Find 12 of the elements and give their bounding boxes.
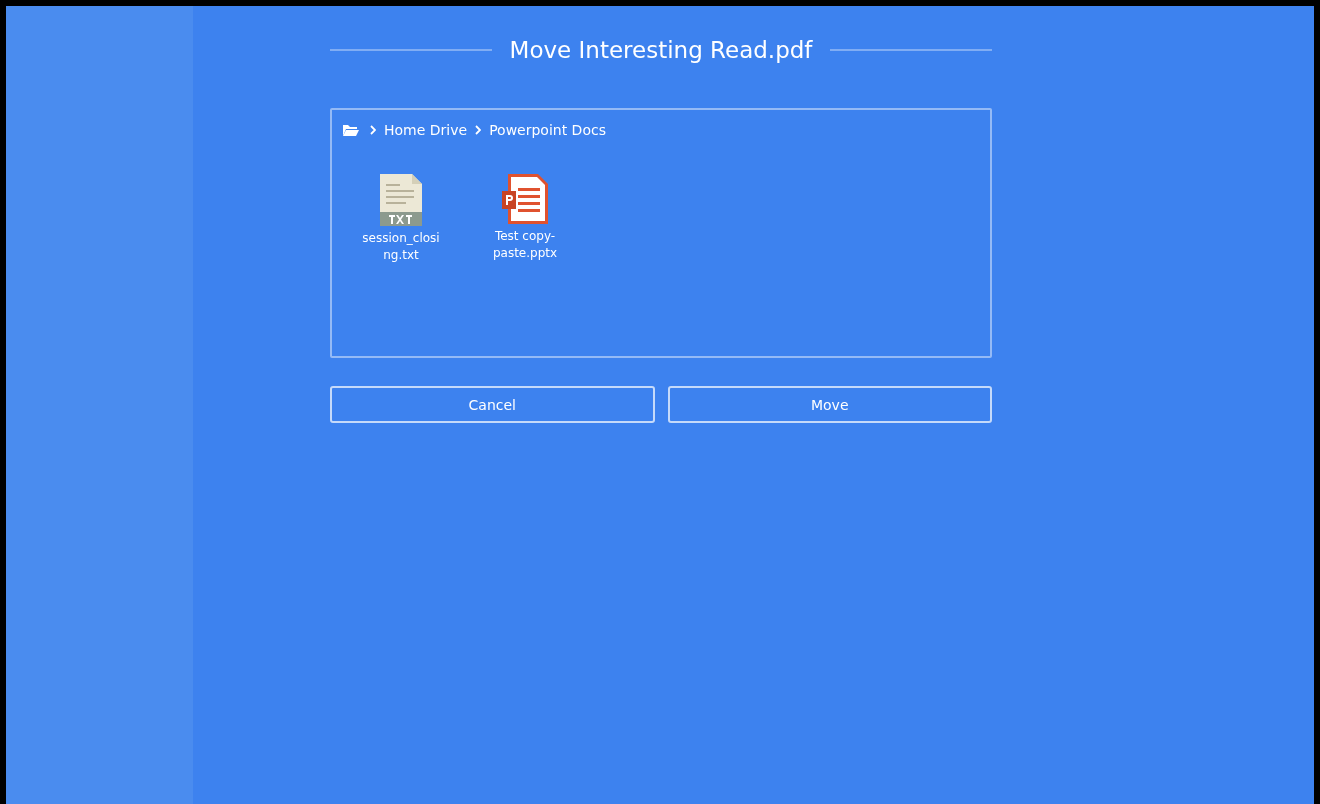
text-file-icon[interactable] [380,174,422,226]
presentation-file-icon[interactable] [502,174,548,224]
breadcrumb-link[interactable]: Powerpoint Docs [489,122,606,138]
chevron-icon [475,125,482,135]
chevron-icon [370,125,376,135]
dialog-title: Move Interesting Read.pdf [509,37,813,63]
dialog-button[interactable]: Cancel [330,386,655,423]
file-name: session_closing.txt [361,230,441,264]
file-name: Test copy-paste.pptx [491,228,559,262]
dialog-button[interactable]: Move [667,386,992,423]
breadcrumb-link[interactable]: Home Drive [384,122,468,138]
open-folder-icon[interactable] [342,123,360,137]
